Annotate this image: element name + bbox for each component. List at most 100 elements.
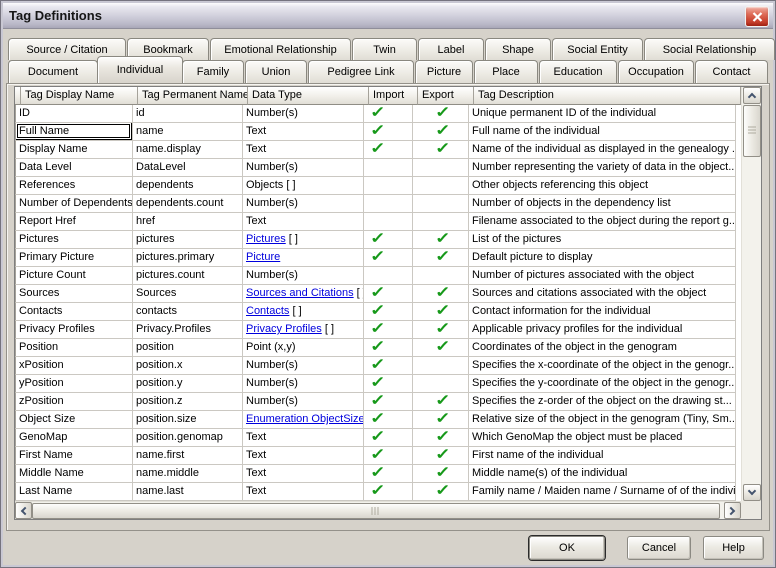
cell-tag-permanent-name[interactable]: dependents.count — [133, 195, 243, 213]
cell-data-type[interactable]: Text — [243, 447, 364, 465]
cell-export[interactable] — [413, 357, 469, 375]
cell-data-type[interactable]: Number(s) — [243, 195, 364, 213]
cell-tag-description[interactable]: Middle name(s) of the individual — [469, 465, 736, 483]
cell-import[interactable]: ✓ — [364, 375, 413, 393]
cell-export[interactable]: ✓ — [413, 141, 469, 159]
cell-import[interactable]: ✓ — [364, 321, 413, 339]
data-type-link[interactable]: Picture — [246, 251, 280, 263]
cell-data-type[interactable]: Objects [ ] — [243, 177, 364, 195]
cell-data-type[interactable]: Text — [243, 429, 364, 447]
cell-tag-permanent-name[interactable]: position.genomap — [133, 429, 243, 447]
cell-data-type[interactable]: Number(s) — [243, 393, 364, 411]
cell-import[interactable] — [364, 159, 413, 177]
cell-data-type[interactable]: Text — [243, 483, 364, 501]
scroll-up-button[interactable] — [743, 87, 761, 104]
cell-tag-description[interactable]: Specifies the y-coordinate of the object… — [469, 375, 736, 393]
cell-data-type[interactable]: Number(s) — [243, 267, 364, 285]
cell-tag-permanent-name[interactable]: position.size — [133, 411, 243, 429]
close-button[interactable] — [745, 6, 769, 27]
cell-tag-description[interactable]: Name of the individual as displayed in t… — [469, 141, 736, 159]
cell-import[interactable] — [364, 195, 413, 213]
cell-data-type[interactable]: Picture — [243, 249, 364, 267]
tab-union[interactable]: Union — [245, 60, 307, 83]
tab-twin[interactable]: Twin — [352, 38, 417, 60]
cell-import[interactable] — [364, 267, 413, 285]
cell-data-type[interactable]: Pictures [ ] — [243, 231, 364, 249]
cell-tag-description[interactable]: Which GenoMap the object must be placed — [469, 429, 736, 447]
cell-data-type[interactable]: Text — [243, 465, 364, 483]
cell-tag-permanent-name[interactable]: Sources — [133, 285, 243, 303]
cell-tag-permanent-name[interactable]: id — [133, 105, 243, 123]
data-type-link[interactable]: Sources and Citations — [246, 287, 354, 299]
cell-export[interactable]: ✓ — [413, 321, 469, 339]
cell-tag-display-name[interactable]: xPosition — [16, 357, 133, 375]
cell-export[interactable]: ✓ — [413, 123, 469, 141]
cell-tag-permanent-name[interactable]: pictures.primary — [133, 249, 243, 267]
cell-tag-permanent-name[interactable]: position.y — [133, 375, 243, 393]
tab-family[interactable]: Family — [182, 60, 244, 83]
cell-tag-display-name[interactable]: Primary Picture — [16, 249, 133, 267]
cell-tag-permanent-name[interactable]: Privacy.Profiles — [133, 321, 243, 339]
cell-tag-display-name[interactable]: Last Name — [16, 483, 133, 501]
cell-export[interactable] — [413, 195, 469, 213]
vertical-scroll-thumb[interactable] — [743, 105, 761, 157]
cell-export[interactable]: ✓ — [413, 285, 469, 303]
cell-export[interactable] — [413, 159, 469, 177]
cell-tag-description[interactable]: First name of the individual — [469, 447, 736, 465]
cell-import[interactable]: ✓ — [364, 141, 413, 159]
data-type-link[interactable]: Enumeration ObjectSize.. — [246, 413, 363, 425]
cell-export[interactable]: ✓ — [413, 465, 469, 483]
scroll-right-button[interactable] — [724, 502, 741, 519]
cell-import[interactable]: ✓ — [364, 483, 413, 501]
cell-export[interactable] — [413, 177, 469, 195]
title-bar[interactable]: Tag Definitions — [3, 3, 773, 29]
tab-label[interactable]: Label — [418, 38, 484, 60]
tab-contact[interactable]: Contact — [695, 60, 768, 83]
cell-import[interactable]: ✓ — [364, 249, 413, 267]
tab-occupation[interactable]: Occupation — [618, 60, 694, 83]
cell-export[interactable]: ✓ — [413, 249, 469, 267]
cell-tag-display-name[interactable]: Position — [16, 339, 133, 357]
cell-tag-permanent-name[interactable]: position.z — [133, 393, 243, 411]
tab-picture[interactable]: Picture — [415, 60, 473, 83]
cell-export[interactable]: ✓ — [413, 303, 469, 321]
cell-import[interactable]: ✓ — [364, 393, 413, 411]
cell-tag-display-name[interactable]: Picture Count — [16, 267, 133, 285]
cell-data-type[interactable]: Number(s) — [243, 159, 364, 177]
tab-pedigree-link[interactable]: Pedigree Link — [308, 60, 414, 83]
cell-tag-description[interactable]: Unique permanent ID of the individual — [469, 105, 736, 123]
cell-import[interactable]: ✓ — [364, 357, 413, 375]
cell-import[interactable]: ✓ — [364, 411, 413, 429]
cell-export[interactable]: ✓ — [413, 339, 469, 357]
cell-data-type[interactable]: Contacts [ ] — [243, 303, 364, 321]
cell-tag-description[interactable]: Coordinates of the object in the genogra… — [469, 339, 736, 357]
tab-emotional-relationship[interactable]: Emotional Relationship — [210, 38, 351, 60]
cell-tag-display-name[interactable]: zPosition — [16, 393, 133, 411]
cell-tag-description[interactable]: Other objects referencing this object — [469, 177, 736, 195]
cell-import[interactable]: ✓ — [364, 303, 413, 321]
cell-data-type[interactable]: Sources and Citations [ ] — [243, 285, 364, 303]
data-type-link[interactable]: Contacts — [246, 305, 289, 317]
cell-tag-permanent-name[interactable]: name.last — [133, 483, 243, 501]
cell-tag-display-name[interactable]: ID — [16, 105, 133, 123]
cell-tag-display-name[interactable]: References — [16, 177, 133, 195]
cell-tag-description[interactable]: Number of pictures associated with the o… — [469, 267, 736, 285]
tab-social-entity[interactable]: Social Entity — [552, 38, 643, 60]
cell-tag-description[interactable]: Default picture to display — [469, 249, 736, 267]
cell-tag-display-name[interactable]: Data Level — [16, 159, 133, 177]
cell-tag-permanent-name[interactable]: position.x — [133, 357, 243, 375]
cell-tag-description[interactable]: Relative size of the object in the genog… — [469, 411, 736, 429]
cell-tag-display-name[interactable]: Pictures — [16, 231, 133, 249]
cell-tag-display-name[interactable]: Object Size — [16, 411, 133, 429]
cell-import[interactable]: ✓ — [364, 339, 413, 357]
cell-tag-description[interactable]: Number of objects in the dependency list — [469, 195, 736, 213]
cell-tag-permanent-name[interactable]: name.middle — [133, 465, 243, 483]
cell-tag-permanent-name[interactable]: position — [133, 339, 243, 357]
help-button[interactable]: Help — [703, 536, 764, 560]
cell-tag-display-name[interactable]: Full Name — [16, 123, 133, 141]
cell-data-type[interactable]: Text — [243, 213, 364, 231]
cell-import[interactable]: ✓ — [364, 285, 413, 303]
tab-social-relationship[interactable]: Social Relationship — [644, 38, 775, 60]
cell-tag-permanent-name[interactable]: pictures.count — [133, 267, 243, 285]
cell-import[interactable] — [364, 213, 413, 231]
